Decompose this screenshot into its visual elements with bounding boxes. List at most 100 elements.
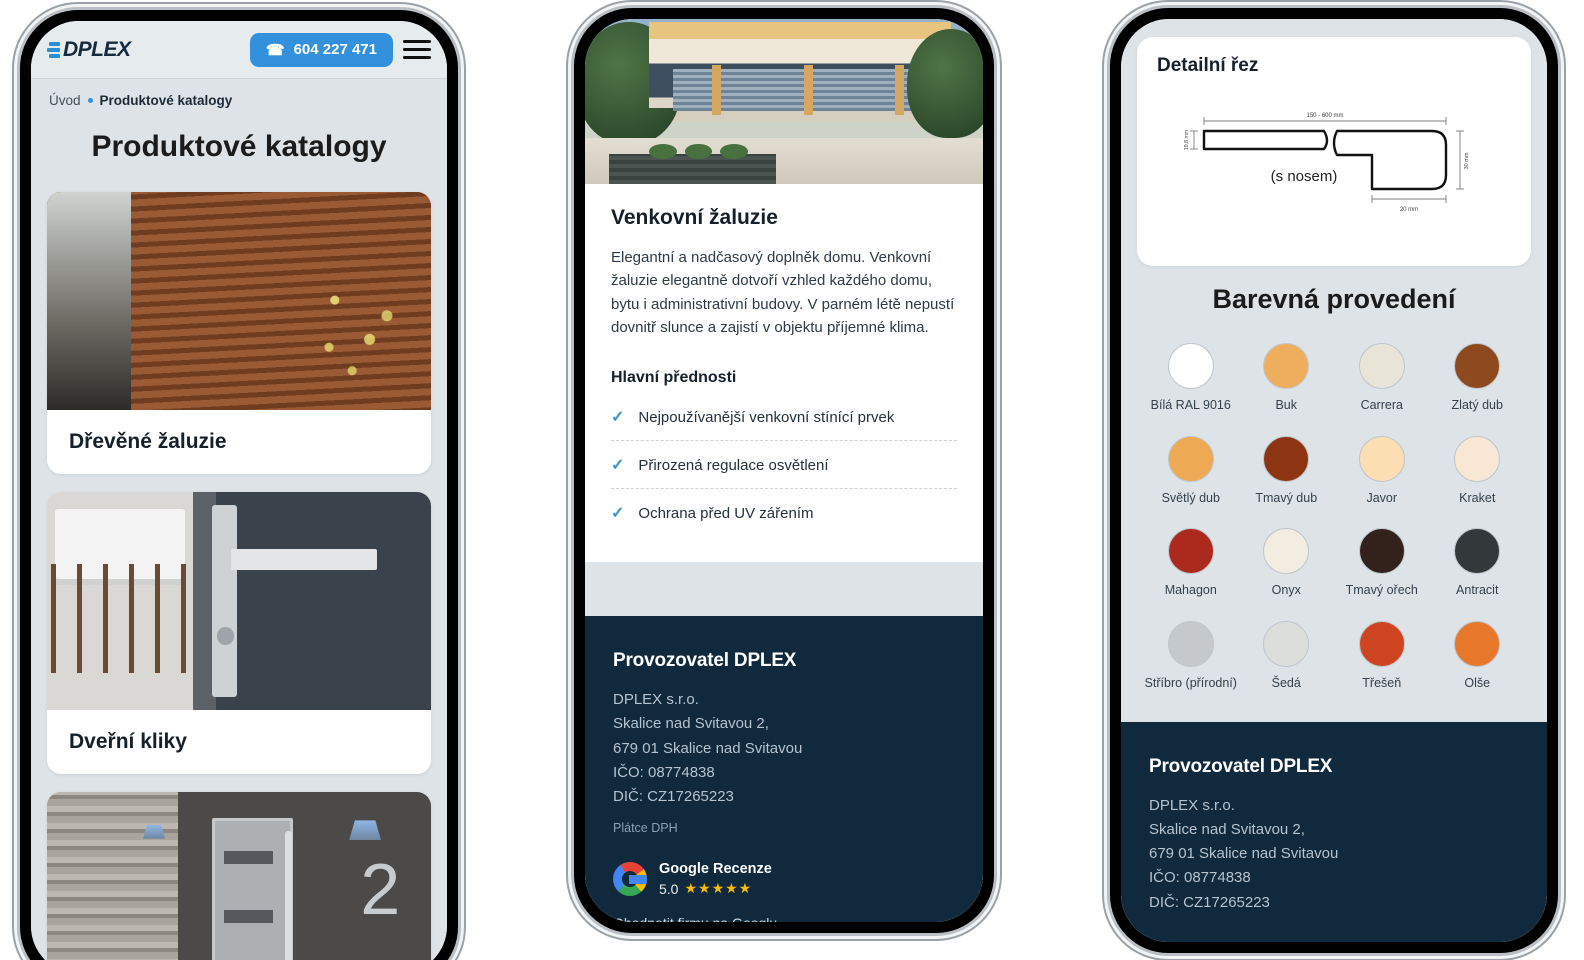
colors-title: Barevná provedení <box>1212 284 1456 314</box>
color-swatch[interactable]: Tmavý ořech <box>1334 528 1430 599</box>
footer-city: 679 01 Skalice nad Svitavou <box>1149 845 1339 863</box>
card-caption: Dveřní kliky <box>69 730 187 753</box>
color-swatch[interactable]: Třešeň <box>1334 620 1430 692</box>
footer-address: DPLEX s.r.o. Skalice nad Svitavou 2, 679… <box>613 688 955 809</box>
detail-section-title: Detailní řez <box>1157 55 1259 76</box>
swatch-label: Tmavý ořech <box>1345 583 1418 598</box>
swatch-label: Olše <box>1464 675 1491 690</box>
swatch-label: Stříbro (přírodní) <box>1144 675 1237 690</box>
drawing-note: (s nosem) <box>1271 168 1338 185</box>
cross-section-drawing: 150 - 600 mm 19,8 mm 30 mm 20 mm (s nose… <box>1184 113 1470 213</box>
technical-drawing-card: Detailní řez 150 - 600 mm 19,8 mm 30 mm … <box>1137 37 1531 266</box>
footer-street: Skalice nad Svitavou 2, <box>613 715 769 733</box>
breadcrumb: Úvod Produktové katalogy <box>31 79 447 116</box>
color-swatch[interactable]: Carrera <box>1334 343 1430 414</box>
color-swatch[interactable]: Olše <box>1430 620 1526 692</box>
card-image-wooden-blinds <box>47 192 431 410</box>
swatch-dot-icon <box>1167 620 1214 667</box>
advantage-label: Ochrana před UV zářením <box>638 504 814 522</box>
swatch-label: Kraket <box>1459 490 1496 505</box>
product-detail-panel: Venkovní žaluzie Elegantní a nadčasový d… <box>585 184 983 562</box>
list-item: ✓ Přirozená regulace osvětlení <box>611 441 957 489</box>
swatch-dot-icon <box>1263 435 1310 482</box>
color-swatch[interactable]: Tmavý dub <box>1239 435 1335 507</box>
google-review-link[interactable]: Ohodnotit firmu na Googlu <box>613 915 777 922</box>
list-item: ✓ Ochrana před UV zářením <box>611 489 957 536</box>
product-title: Venkovní žaluzie <box>611 206 778 229</box>
dim-top-label: 150 - 600 mm <box>1306 113 1343 119</box>
swatch-dot-icon <box>1454 343 1501 389</box>
list-item: ✓ Nejpoužívanější venkovní stínící prvek <box>611 393 957 441</box>
breadcrumb-home[interactable]: Úvod <box>49 93 81 108</box>
swatch-dot-icon <box>1454 435 1501 482</box>
swatch-dot-icon <box>1358 435 1405 482</box>
swatch-dot-icon <box>1263 620 1310 667</box>
catalog-card[interactable]: Dveřní kliky <box>47 492 431 774</box>
color-swatch[interactable]: Zlatý dub <box>1430 343 1526 414</box>
site-footer: Provozovatel DPLEX DPLEX s.r.o. Skalice … <box>585 616 983 922</box>
swatch-dot-icon <box>1358 343 1405 389</box>
color-swatch[interactable]: Javor <box>1334 435 1430 507</box>
catalog-card[interactable]: 2 Vchodové dveře <box>47 792 431 960</box>
phone-mockup-left: DPLEX ☎ 604 227 471 Úvod Produktové kata… <box>20 10 458 960</box>
card-image-entrance-door: 2 <box>47 792 431 960</box>
color-swatch[interactable]: Onyx <box>1239 528 1335 599</box>
footer-title: Provozovatel DPLEX <box>613 650 797 671</box>
google-rating-value: 5.0 <box>659 880 679 897</box>
swatch-label: Světlý dub <box>1161 490 1220 505</box>
phone-screen-middle: Venkovní žaluzie Elegantní a nadčasový d… <box>585 19 983 922</box>
swatch-label: Antracit <box>1456 583 1499 598</box>
page-title: Produktové katalogy <box>91 130 387 163</box>
hamburger-icon[interactable] <box>403 40 431 59</box>
phone-mockup-right: Detailní řez 150 - 600 mm 19,8 mm 30 mm … <box>1110 8 1558 953</box>
swatch-label: Třešeň <box>1362 675 1402 690</box>
swatch-dot-icon <box>1167 528 1214 575</box>
call-button[interactable]: ☎ 604 227 471 <box>249 32 393 67</box>
phone-screen-right: Detailní řez 150 - 600 mm 19,8 mm 30 mm … <box>1121 19 1547 942</box>
call-number: 604 227 471 <box>293 41 377 58</box>
swatch-label: Zlatý dub <box>1451 398 1503 412</box>
section-spacer <box>585 562 983 616</box>
dplex-logo[interactable]: DPLEX <box>47 38 131 62</box>
color-options-section: Barevná provedení Bílá RAL 9016 Buk Carr… <box>1121 266 1547 722</box>
check-icon: ✓ <box>611 457 625 474</box>
color-swatch[interactable]: Mahagon <box>1143 528 1239 599</box>
color-swatch[interactable]: Bílá RAL 9016 <box>1143 343 1239 414</box>
catalog-card[interactable]: Dřevěné žaluzie <box>47 192 431 474</box>
color-swatch[interactable]: Kraket <box>1430 435 1526 507</box>
footer-city: 679 01 Skalice nad Svitavou <box>613 739 803 757</box>
swatch-label: Šedá <box>1271 675 1301 690</box>
check-icon: ✓ <box>611 409 625 426</box>
check-icon: ✓ <box>611 505 625 522</box>
color-swatch[interactable]: Antracit <box>1430 528 1526 599</box>
star-rating-icon: ★★★★★ <box>684 880 753 897</box>
advantage-label: Nejpoužívanější venkovní stínící prvek <box>638 408 895 426</box>
swatch-label: Buk <box>1275 398 1298 412</box>
dim-right-label: 30 mm <box>1464 152 1470 169</box>
color-swatch[interactable]: Šedá <box>1239 620 1335 692</box>
color-swatch[interactable]: Stříbro (přírodní) <box>1143 620 1239 692</box>
house-number: 2 <box>360 849 401 930</box>
google-reviews[interactable]: Google Recenze 5.0 ★★★★★ <box>613 861 955 897</box>
footer-company: DPLEX s.r.o. <box>613 691 699 708</box>
footer-vat-note: Plátce DPH <box>613 821 678 836</box>
advantages-title: Hlavní přednosti <box>611 369 737 386</box>
color-swatch[interactable]: Světlý dub <box>1143 435 1239 507</box>
footer-ico: IČO: 08774838 <box>613 763 715 781</box>
card-image-door-handle <box>47 492 431 710</box>
card-caption: Dřevěné žaluzie <box>69 430 227 453</box>
footer-street: Skalice nad Svitavou 2, <box>1149 820 1305 838</box>
breadcrumb-separator-icon <box>87 98 93 103</box>
advantages-list: ✓ Nejpoužívanější venkovní stínící prvek… <box>611 393 957 536</box>
footer-address: DPLEX s.r.o. Skalice nad Svitavou 2, 679… <box>1149 794 1519 915</box>
swatch-label: Carrera <box>1360 398 1403 412</box>
footer-ico: IČO: 08774838 <box>1149 869 1251 887</box>
swatch-dot-icon <box>1358 620 1405 667</box>
swatch-dot-icon <box>1167 435 1214 482</box>
google-logo-icon <box>613 862 647 897</box>
site-header: DPLEX ☎ 604 227 471 <box>31 21 447 79</box>
advantage-label: Přirozená regulace osvětlení <box>638 456 829 474</box>
color-swatch[interactable]: Buk <box>1239 343 1335 414</box>
swatch-dot-icon <box>1454 528 1501 575</box>
swatch-label: Mahagon <box>1164 583 1217 598</box>
